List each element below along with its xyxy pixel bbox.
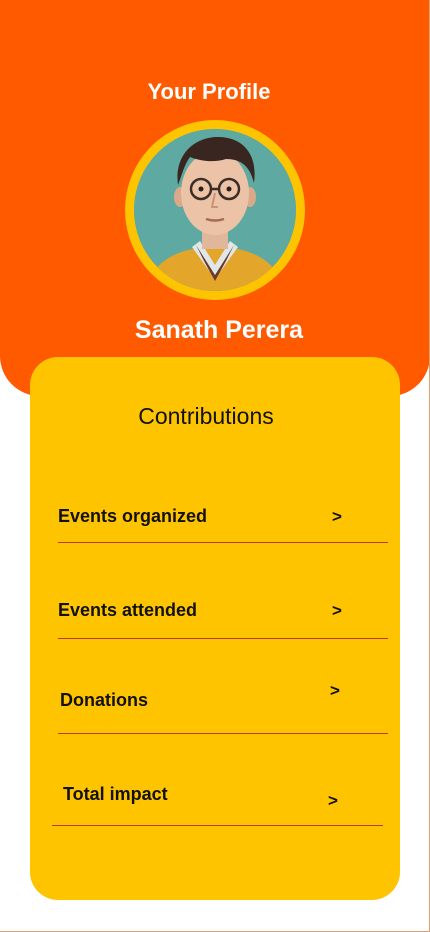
chevron-right-icon[interactable]: > (330, 681, 340, 701)
avatar-portrait-icon (134, 129, 296, 291)
total-impact-label: Total impact (63, 784, 168, 804)
chevron-right-icon[interactable]: > (328, 791, 338, 811)
profile-header: Your Profile Sanath Perera (0, 0, 429, 396)
events-attended-row[interactable]: Events attended > (58, 597, 388, 637)
user-name: Sanath Perera (134, 316, 304, 344)
page-title: Your Profile (147, 79, 271, 104)
events-organized-row[interactable]: Events organized > (58, 503, 388, 543)
events-attended-label: Events attended (58, 600, 198, 620)
row-divider (58, 733, 388, 734)
contributions-title: Contributions (138, 403, 274, 429)
total-impact-row[interactable]: Total impact > (63, 781, 383, 821)
events-organized-label: Events organized (58, 506, 208, 526)
avatar[interactable] (134, 129, 296, 291)
row-divider (58, 638, 388, 639)
donations-label: Donations (60, 690, 148, 710)
profile-screen: Your Profile Sanath Perera Contributions… (0, 0, 430, 932)
chevron-right-icon[interactable]: > (332, 507, 342, 527)
contributions-card: Contributions Events organized > Events … (30, 357, 400, 900)
row-divider (58, 542, 388, 543)
chevron-right-icon[interactable]: > (332, 601, 342, 621)
avatar-ring (125, 120, 305, 300)
donations-row[interactable]: Donations > (60, 681, 388, 721)
row-divider (52, 825, 383, 826)
